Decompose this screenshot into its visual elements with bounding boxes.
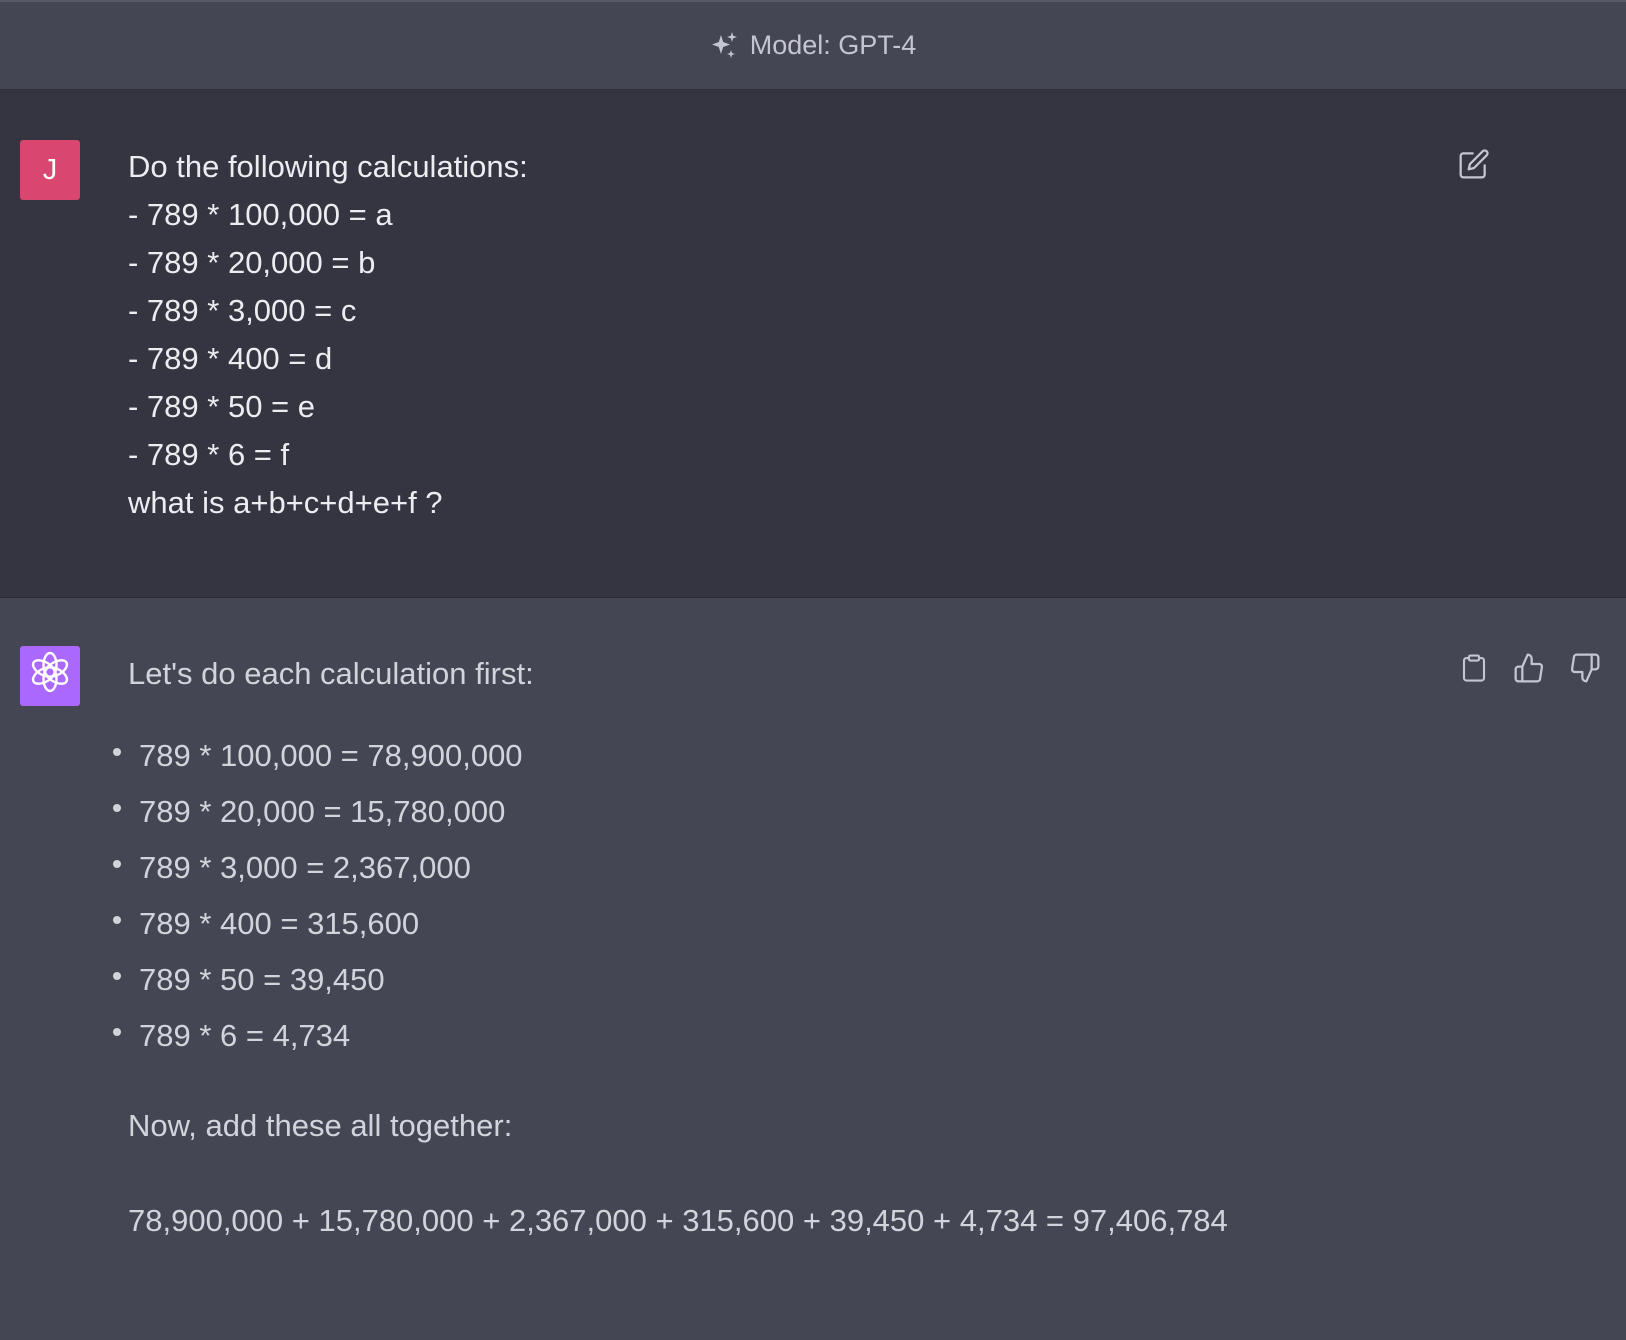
- thumbs-up-button[interactable]: [1511, 652, 1547, 688]
- copy-button[interactable]: [1456, 652, 1492, 688]
- top-bar: Model: GPT-4: [0, 0, 1626, 90]
- bullet: [113, 916, 121, 924]
- user-line: - 789 * 50 = e: [128, 389, 315, 424]
- calculation-text: 789 * 3,000 = 2,367,000: [139, 850, 471, 885]
- bullet: [113, 972, 121, 980]
- user-message: J Do the following calculations: - 789 *…: [0, 90, 1626, 598]
- model-label: Model: GPT-4: [749, 30, 917, 60]
- bullet: [113, 860, 121, 868]
- bullet: [113, 748, 121, 756]
- calculation-text: 789 * 6 = 4,734: [139, 1018, 351, 1053]
- assistant-message: Let's do each calculation first: 789 * 1…: [0, 598, 1626, 1340]
- user-line: - 789 * 20,000 = b: [128, 245, 376, 280]
- user-line: - 789 * 3,000 = c: [128, 293, 357, 328]
- bullet: [113, 804, 121, 812]
- model-indicator: Model: GPT-4: [710, 30, 917, 61]
- calculation-text: 789 * 400 = 315,600: [139, 906, 420, 941]
- calculation-text: 789 * 50 = 39,450: [139, 962, 385, 997]
- thumbs-down-icon: [1569, 652, 1601, 689]
- thumbs-down-button[interactable]: [1567, 652, 1603, 688]
- thumbs-up-icon: [1513, 652, 1545, 689]
- list-item: 789 * 100,000 = 78,900,000: [110, 728, 523, 784]
- bullet: [113, 1028, 121, 1036]
- sparkle-icon: [710, 31, 740, 61]
- list-item: 789 * 50 = 39,450: [110, 952, 523, 1008]
- user-message-text: Do the following calculations: - 789 * 1…: [128, 143, 528, 527]
- copy-icon: [1459, 652, 1489, 689]
- sum-intro: Now, add these all together:: [128, 1108, 513, 1143]
- edit-message-button[interactable]: [1456, 148, 1492, 184]
- sum-result: 78,900,000 + 15,780,000 + 2,367,000 + 31…: [128, 1203, 1228, 1238]
- assistant-intro: Let's do each calculation first:: [128, 656, 534, 691]
- user-line: - 789 * 100,000 = a: [128, 197, 393, 232]
- user-avatar: J: [20, 140, 80, 200]
- list-item: 789 * 3,000 = 2,367,000: [110, 840, 523, 896]
- list-item: 789 * 6 = 4,734: [110, 1008, 523, 1064]
- list-item: 789 * 400 = 315,600: [110, 896, 523, 952]
- calculation-list: 789 * 100,000 = 78,900,000 789 * 20,000 …: [110, 728, 523, 1064]
- user-line: Do the following calculations:: [128, 149, 528, 184]
- calculation-text: 789 * 100,000 = 78,900,000: [139, 738, 523, 773]
- assistant-avatar: [20, 646, 80, 706]
- user-line: what is a+b+c+d+e+f ?: [128, 485, 443, 520]
- openai-logo-icon: [28, 650, 72, 702]
- calculation-text: 789 * 20,000 = 15,780,000: [139, 794, 506, 829]
- user-line: - 789 * 6 = f: [128, 437, 290, 472]
- edit-icon: [1458, 148, 1490, 185]
- user-line: - 789 * 400 = d: [128, 341, 333, 376]
- list-item: 789 * 20,000 = 15,780,000: [110, 784, 523, 840]
- user-avatar-letter: J: [42, 153, 58, 186]
